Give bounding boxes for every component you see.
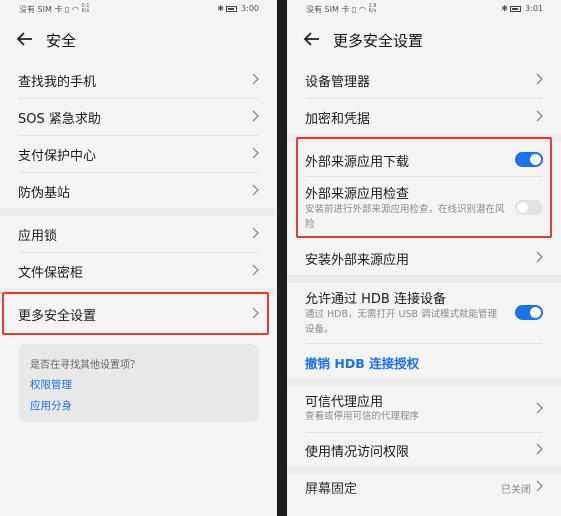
chevron-right-icon [536, 110, 543, 122]
divider [18, 98, 259, 99]
menu-item-label: 文件保密柜 [18, 266, 84, 281]
page-title: 安全 [46, 32, 77, 50]
menu-item-app-lock[interactable]: 应用锁 [0, 218, 277, 248]
battery-icon [226, 5, 238, 12]
divider [305, 343, 543, 344]
bluetooth-icon: ✱ [217, 4, 224, 13]
chevron-right-icon [536, 73, 543, 85]
network-speed: 0.1 K/s [81, 3, 90, 14]
back-arrow-icon[interactable] [303, 30, 321, 48]
page-header: 安全 [0, 24, 277, 56]
carrier-text: 没有 SIM 卡 [19, 5, 63, 14]
page-header: 更多安全设置 [287, 24, 561, 56]
chevron-right-icon [252, 227, 259, 239]
section-gap [0, 208, 277, 216]
link-app-twin[interactable]: 应用分身 [30, 398, 72, 413]
menu-item-label: 支付保护中心 [18, 149, 97, 164]
chevron-right-icon [252, 110, 259, 122]
menu-item-find-phone[interactable]: 查找我的手机 [0, 64, 277, 94]
chevron-right-icon [252, 264, 259, 276]
chevron-right-icon [252, 147, 259, 159]
page-title: 更多安全设置 [333, 32, 424, 50]
left-phone-screen: 没有 SIM 卡 ▯ ◠ 0.1 K/s ✱ 3:00 安全 查找我的手机 SOS… [0, 0, 277, 516]
chevron-right-icon [536, 251, 543, 263]
menu-item-label: 可信代理应用 [305, 395, 384, 410]
clock: 3:00 [241, 4, 259, 13]
menu-item-label: 安装外部来源应用 [305, 253, 410, 268]
revoke-hdb-link[interactable]: 撤销 HDB 连接授权 [305, 353, 419, 372]
menu-item-pseudo-base-station[interactable]: 防伪基站 [0, 175, 277, 205]
menu-item-label: 使用情况访问权限 [305, 445, 410, 460]
menu-item-device-admin[interactable]: 设备管理器 [287, 64, 561, 94]
revoke-hdb-authorization[interactable]: 撤销 HDB 连接授权 [287, 346, 561, 376]
sim-icon: ▯ [351, 5, 357, 14]
wifi-icon: ◠ [71, 5, 79, 14]
menu-item-sos[interactable]: SOS 紧急求助 [0, 101, 277, 131]
battery-icon [510, 5, 522, 12]
divider [305, 98, 543, 99]
chevron-right-icon [252, 184, 259, 196]
network-speed: 2.9 K/s [368, 3, 377, 14]
menu-item-label: 查找我的手机 [18, 75, 97, 90]
highlight-box [2, 292, 269, 335]
back-arrow-icon[interactable] [16, 30, 34, 48]
divider [18, 135, 259, 136]
menu-item-payment-protection[interactable]: 支付保护中心 [0, 138, 277, 168]
menu-item-label: 防伪基站 [18, 186, 71, 201]
link-permission-management[interactable]: 权限管理 [30, 377, 72, 392]
setting-description: 通过 HDB，无需打开 USB 调试模式就能管理设备。 [305, 309, 498, 335]
divider [18, 252, 259, 253]
search-suggestion-card: 是否在寻找其他设置项？ 权限管理 应用分身 [18, 344, 259, 422]
section-gap [287, 378, 561, 386]
suggestion-question: 是否在寻找其他设置项？ [30, 360, 140, 371]
divider [18, 172, 259, 173]
chevron-right-icon [252, 73, 259, 85]
right-phone-screen: 没有 SIM 卡 ▯ ◠ 2.9 K/s ✱ 3:01 更多安全设置 设备管理器 … [287, 0, 561, 516]
chevron-right-icon [536, 443, 543, 455]
menu-item-trusted-agents[interactable]: 可信代理应用 查看或停用可信的代理程序 [287, 388, 561, 430]
sim-icon: ▯ [64, 5, 70, 14]
menu-item-encryption[interactable]: 加密和凭据 [287, 101, 561, 131]
section-gap [287, 275, 561, 283]
setting-label: 允许通过 HDB 连接设备 [305, 292, 446, 307]
status-bar: 没有 SIM 卡 ▯ ◠ 0.1 K/s ✱ 3:00 [0, 0, 277, 18]
bottom-fade [287, 486, 561, 516]
wifi-icon: ◠ [358, 5, 366, 14]
divider [305, 432, 543, 433]
menu-item-label: 设备管理器 [305, 75, 371, 90]
hdb-toggle[interactable] [515, 305, 543, 320]
menu-item-file-safe[interactable]: 文件保密柜 [0, 255, 277, 285]
carrier-text: 没有 SIM 卡 [306, 5, 350, 14]
highlight-box [296, 137, 552, 238]
menu-item-install-external-apps[interactable]: 安装外部来源应用 [287, 242, 561, 272]
menu-item-usage-access[interactable]: 使用情况访问权限 [287, 435, 561, 465]
section-gap [287, 466, 561, 474]
bluetooth-icon: ✱ [501, 4, 508, 13]
menu-item-label: SOS 紧急求助 [18, 112, 101, 127]
clock: 3:01 [525, 4, 543, 13]
toggle-knob [530, 307, 541, 318]
status-bar: 没有 SIM 卡 ▯ ◠ 2.9 K/s ✱ 3:01 [287, 0, 561, 18]
setting-hdb-connection[interactable]: 允许通过 HDB 连接设备 通过 HDB，无需打开 USB 调试模式就能管理设备… [287, 285, 561, 341]
menu-item-description: 查看或停用可信的代理程序 [305, 411, 420, 422]
chevron-right-icon [536, 402, 543, 414]
menu-item-label: 应用锁 [18, 229, 58, 244]
menu-item-label: 加密和凭据 [305, 112, 371, 127]
